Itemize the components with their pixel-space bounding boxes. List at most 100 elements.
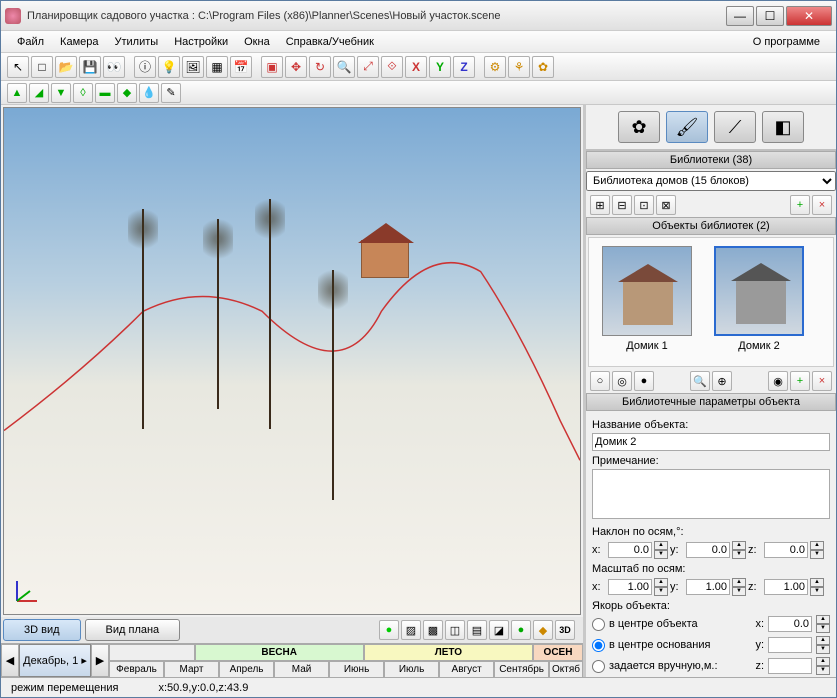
move-icon[interactable]: ✥ xyxy=(285,56,307,78)
obj-del-icon[interactable]: × xyxy=(812,371,832,391)
lib-add-icon[interactable]: + xyxy=(790,195,810,215)
terrain-2-icon[interactable]: ◢ xyxy=(29,83,49,103)
link-icon[interactable]: ⟐ xyxy=(381,56,403,78)
scale-y-input[interactable] xyxy=(686,579,730,595)
spinner[interactable]: ▲▼ xyxy=(816,636,830,654)
month-cell[interactable]: Май xyxy=(274,661,329,677)
anchor-center-radio[interactable] xyxy=(592,618,605,631)
render-d-icon[interactable]: ▤ xyxy=(467,620,487,640)
save-icon[interactable]: 💾 xyxy=(79,56,101,78)
month-cell[interactable]: Апрель xyxy=(219,661,274,677)
spinner[interactable]: ▲▼ xyxy=(732,541,746,559)
terrain-5-icon[interactable]: ▬ xyxy=(95,83,115,103)
lib-a-icon[interactable]: ⊞ xyxy=(590,195,610,215)
spinner[interactable]: ▲▼ xyxy=(816,615,830,633)
close-button[interactable]: ✕ xyxy=(786,6,832,26)
tab-plan-view[interactable]: Вид плана xyxy=(85,619,181,641)
month-cell[interactable]: Июнь xyxy=(329,661,384,677)
rotate-icon[interactable]: ↻ xyxy=(309,56,331,78)
month-cell[interactable]: Июль xyxy=(384,661,439,677)
anchor-base-radio[interactable] xyxy=(592,639,605,652)
select-rect-icon[interactable]: ▣ xyxy=(261,56,283,78)
timeline-current[interactable]: Декабрь, 1 ▸ xyxy=(19,644,91,677)
timeline-next-button[interactable]: ▶ xyxy=(91,644,109,677)
open-icon[interactable]: 📂 xyxy=(55,56,77,78)
object-note-input[interactable] xyxy=(592,469,830,519)
obj-c-icon[interactable]: ● xyxy=(634,371,654,391)
render-a-icon[interactable]: ▨ xyxy=(401,620,421,640)
library-item[interactable]: Домик 1 xyxy=(597,246,697,358)
obj-zoom-icon[interactable]: ⊕ xyxy=(712,371,732,391)
menu-about[interactable]: О программе xyxy=(745,36,828,48)
menu-settings[interactable]: Настройки xyxy=(166,36,236,48)
tool-b-icon[interactable]: ⚘ xyxy=(508,56,530,78)
axis-x-button[interactable]: X xyxy=(405,56,427,78)
minimize-button[interactable]: — xyxy=(726,6,754,26)
tab-3d-view[interactable]: 3D вид xyxy=(3,619,81,641)
lib-b-icon[interactable]: ⊟ xyxy=(612,195,632,215)
zoom-icon[interactable]: 🔍 xyxy=(333,56,355,78)
mode-paint-icon[interactable]: 🖌 xyxy=(666,111,708,143)
spinner[interactable]: ▲▼ xyxy=(732,578,746,596)
mode-plant-icon[interactable]: ✿ xyxy=(618,111,660,143)
month-cell[interactable]: Август xyxy=(439,661,494,677)
spinner[interactable]: ▲▼ xyxy=(810,541,824,559)
anchor-z-input[interactable] xyxy=(768,658,812,674)
terrain-1-icon[interactable]: ▲ xyxy=(7,83,27,103)
anchor-y-input[interactable] xyxy=(768,637,812,653)
axis-y-button[interactable]: Y xyxy=(429,56,451,78)
menu-file[interactable]: Файл xyxy=(9,36,52,48)
image-icon[interactable]: 🖼 xyxy=(182,56,204,78)
library-item[interactable]: Домик 2 xyxy=(709,246,809,358)
grid-icon[interactable]: ▦ xyxy=(206,56,228,78)
render-e-icon[interactable]: ◪ xyxy=(489,620,509,640)
object-name-input[interactable] xyxy=(592,433,830,451)
calendar-icon[interactable]: 📅 xyxy=(230,56,252,78)
light-icon[interactable]: 💡 xyxy=(158,56,180,78)
tilt-x-input[interactable] xyxy=(608,542,652,558)
obj-d-icon[interactable]: ◉ xyxy=(768,371,788,391)
eyedropper-icon[interactable]: ✎ xyxy=(161,83,181,103)
tilt-z-input[interactable] xyxy=(764,542,808,558)
tilt-y-input[interactable] xyxy=(686,542,730,558)
lib-del-icon[interactable]: × xyxy=(812,195,832,215)
terrain-3-icon[interactable]: ▼ xyxy=(51,83,71,103)
menu-utils[interactable]: Утилиты xyxy=(107,36,167,48)
tool-c-icon[interactable]: ✿ xyxy=(532,56,554,78)
viewport-3d[interactable] xyxy=(3,107,581,615)
obj-b-icon[interactable]: ◎ xyxy=(612,371,632,391)
scale-z-input[interactable] xyxy=(764,579,808,595)
render-diamond-icon[interactable]: ◆ xyxy=(533,620,553,640)
spinner[interactable]: ▲▼ xyxy=(810,578,824,596)
obj-add-icon[interactable]: + xyxy=(790,371,810,391)
scale-icon[interactable]: ⤢ xyxy=(357,56,379,78)
month-cell[interactable]: Февраль xyxy=(109,661,164,677)
month-cell[interactable]: Март xyxy=(164,661,219,677)
terrain-4-icon[interactable]: ◊ xyxy=(73,83,93,103)
maximize-button[interactable]: ☐ xyxy=(756,6,784,26)
render-sphere-icon[interactable]: ● xyxy=(511,620,531,640)
render-green-icon[interactable]: ● xyxy=(379,620,399,640)
month-cell[interactable]: Сентябрь xyxy=(494,661,549,677)
pointer-icon[interactable]: ↖ xyxy=(7,56,29,78)
lib-c-icon[interactable]: ⊡ xyxy=(634,195,654,215)
water-icon[interactable]: 💧 xyxy=(139,83,159,103)
menu-help[interactable]: Справка/Учебник xyxy=(278,36,382,48)
spinner[interactable]: ▲▼ xyxy=(654,578,668,596)
month-cell[interactable]: Октяб xyxy=(549,661,583,677)
spinner[interactable]: ▲▼ xyxy=(816,657,830,675)
axis-z-button[interactable]: Z xyxy=(453,56,475,78)
render-c-icon[interactable]: ◫ xyxy=(445,620,465,640)
render-3d-button[interactable]: 3D xyxy=(555,620,575,640)
timeline-prev-button[interactable]: ◀ xyxy=(1,644,19,677)
obj-find-icon[interactable]: 🔍 xyxy=(690,371,710,391)
scale-x-input[interactable] xyxy=(608,579,652,595)
menu-windows[interactable]: Окна xyxy=(236,36,278,48)
mode-cube-icon[interactable]: ◧ xyxy=(762,111,804,143)
anchor-x-input[interactable] xyxy=(768,616,812,632)
binoculars-icon[interactable]: 👀 xyxy=(103,56,125,78)
menu-camera[interactable]: Камера xyxy=(52,36,106,48)
library-select[interactable]: Библиотека домов (15 блоков) xyxy=(586,171,836,191)
terrain-6-icon[interactable]: ◆ xyxy=(117,83,137,103)
info-icon[interactable]: ⓘ xyxy=(134,56,156,78)
